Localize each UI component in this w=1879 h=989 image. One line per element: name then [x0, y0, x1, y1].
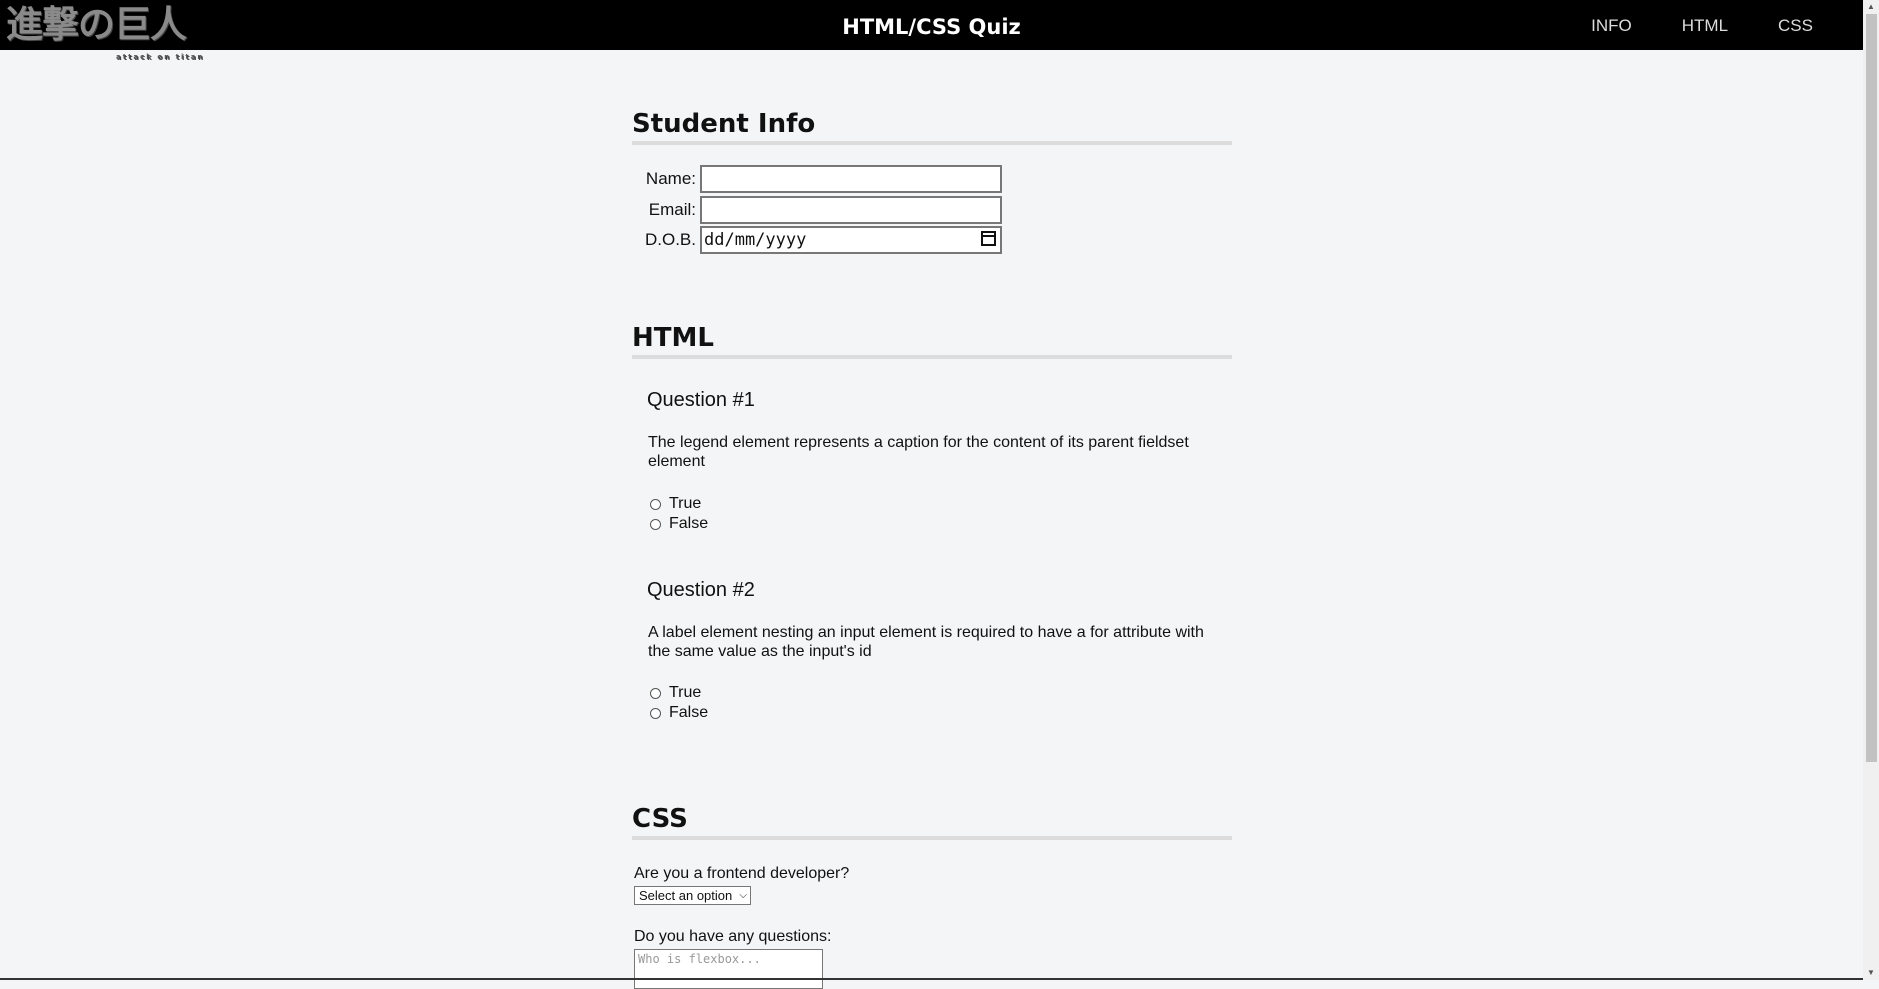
radio-button[interactable]	[650, 518, 661, 530]
radio-button[interactable]	[650, 707, 661, 719]
option-label: False	[669, 704, 709, 721]
nav-link-html[interactable]: HTML	[1682, 16, 1728, 36]
nav-link-css[interactable]: CSS	[1778, 16, 1813, 36]
option-label: True	[669, 495, 702, 512]
student-info-heading: Student Info	[632, 109, 1232, 145]
scrollbar-thumb[interactable]	[1866, 14, 1877, 762]
questions-label: Do you have any questions:	[634, 928, 832, 945]
frontend-question-label: Are you a frontend developer?	[634, 865, 850, 882]
textarea-placeholder: Who is flexbox...	[638, 952, 761, 966]
radio-button[interactable]	[650, 687, 661, 699]
css-section-heading: CSS	[632, 804, 1232, 840]
select-value: Select an option	[639, 888, 733, 903]
html-section-heading: HTML	[632, 323, 1232, 359]
scroll-down-arrow-icon[interactable]: ▼	[1866, 968, 1876, 978]
calendar-icon[interactable]	[981, 231, 996, 246]
dob-placeholder: dd/mm/yyyy	[704, 230, 807, 250]
question-1-title: Question #1	[647, 389, 755, 411]
site-title: HTML/CSS Quiz	[842, 15, 1021, 39]
question-1-option-false[interactable]: False	[650, 515, 708, 533]
chevron-down-icon: ⌵	[739, 890, 747, 901]
option-label: False	[669, 515, 709, 532]
question-2-option-true[interactable]: True	[650, 684, 701, 702]
question-1-text: The legend element represents a caption …	[648, 434, 1189, 470]
question-2-title: Question #2	[647, 579, 755, 601]
dob-label: D.O.B.	[644, 230, 696, 249]
page-scrollbar[interactable]: ▲ ▼	[1863, 0, 1879, 980]
top-navbar: 進撃の巨人 attack on titan HTML/CSS Quiz INFO…	[0, 0, 1863, 61]
name-label: Name:	[645, 169, 696, 188]
question-2-text: A label element nesting an input element…	[648, 624, 1204, 660]
nav-link-info[interactable]: INFO	[1591, 16, 1632, 36]
name-input[interactable]	[700, 165, 1002, 193]
frontend-select[interactable]: Select an option ⌵	[634, 886, 751, 905]
radio-button[interactable]	[650, 498, 661, 510]
email-label: Email:	[648, 200, 696, 219]
dob-input[interactable]: dd/mm/yyyy	[700, 226, 1002, 254]
option-label: True	[669, 684, 702, 701]
logo-subtext: attack on titan	[116, 53, 205, 61]
email-row: Email:	[632, 196, 1002, 224]
main-nav: INFO HTML CSS	[1591, 16, 1813, 36]
dob-row: D.O.B. dd/mm/yyyy	[632, 226, 1002, 254]
scroll-up-arrow-icon[interactable]: ▲	[1866, 2, 1876, 12]
name-row: Name:	[632, 165, 1002, 193]
question-2-option-false[interactable]: False	[650, 704, 708, 722]
question-1-option-true[interactable]: True	[650, 495, 701, 513]
email-input[interactable]	[700, 196, 1002, 224]
questions-textarea[interactable]: Who is flexbox...	[634, 949, 823, 989]
